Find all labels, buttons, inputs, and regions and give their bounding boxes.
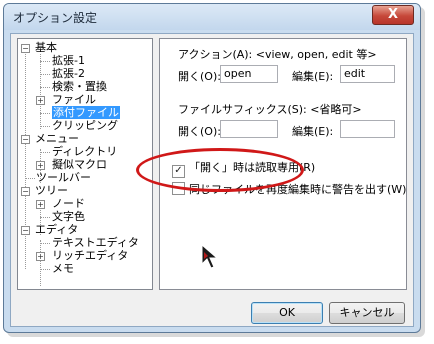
expand-icon[interactable]: + [36,200,45,209]
collapse-icon[interactable]: − [21,44,30,53]
tree-item-pseudo-macro[interactable]: + 擬似マクロ [36,158,107,171]
action-open-input[interactable]: open [220,65,278,83]
tree-item-search-replace[interactable]: 検索・置換 [52,80,107,93]
tree-item-attachment[interactable]: 添付ファイル [52,106,120,119]
tree-item-label: メニュー [35,132,79,145]
cancel-button[interactable]: キャンセル [329,302,405,324]
tree-item-menu[interactable]: − メニュー [20,132,79,145]
tree-line [40,54,41,129]
suffix-edit-label: 編集(E): [292,125,334,138]
tree-line [40,217,50,218]
tree-line [40,243,50,244]
action-open-label: 開く(O): [178,70,221,83]
tree-item-ext2[interactable]: 拡張-2 [52,67,85,80]
tree-item-label: ファイル [52,93,96,106]
tree-item-label: ディレクトリ [52,145,118,158]
tree-item-node[interactable]: + ノード [36,197,85,210]
tree-line [40,61,50,62]
tree-item-tree[interactable]: − ツリー [20,184,68,197]
expand-icon[interactable]: + [36,252,45,261]
tree-item-clipping[interactable]: クリッピング [52,119,118,132]
tree-item-label: ツリー [35,184,68,197]
suffix-group-label: ファイルサフィックス(S): <省略可> [178,103,362,116]
tree-item-label: 文字色 [52,210,85,223]
title-bar[interactable]: オプション設定 X [4,4,420,30]
tree-item-file[interactable]: + ファイル [36,93,96,106]
tree-item-ext1[interactable]: 拡張-1 [52,54,85,67]
tree-item-label: ツールバー [36,171,91,184]
tree-line [40,152,50,153]
tree-line [40,87,50,88]
tree-item-label: 基本 [35,41,57,54]
tree-item-rich-editor[interactable]: + リッチエディタ [36,249,128,262]
close-button[interactable]: X [372,5,414,25]
red-annotation-ellipse [136,148,304,192]
tree-item-label: リッチエディタ [52,249,129,262]
tree-item-label: 添付ファイル [52,106,120,119]
collapse-icon[interactable]: − [21,226,30,235]
tree-line [40,240,41,286]
tree-item-label: クリッピング [52,119,118,132]
suffix-open-label: 開く(O): [178,125,221,138]
tree-item-label: ノード [52,197,85,210]
tree-line [40,269,50,270]
tree-item-label: メモ [52,262,74,275]
tree-item-label: 拡張-1 [52,54,85,67]
ok-button[interactable]: OK [251,302,323,324]
tree-item-memo[interactable]: メモ [52,262,74,275]
action-edit-label: 編集(E): [292,70,334,83]
options-tree[interactable]: − 基本 拡張-1 拡張-2 検索・置換 + ファイル 添付ファイル クリッピン… [17,38,153,290]
expand-icon[interactable]: + [36,161,45,170]
close-icon: X [387,7,399,22]
tree-item-text-color[interactable]: 文字色 [52,210,85,223]
collapse-icon[interactable]: − [21,187,30,196]
collapse-icon[interactable]: − [21,135,30,144]
tree-item-label: テキストエディタ [52,236,139,249]
tree-item-toolbar[interactable]: ツールバー [36,171,91,184]
suffix-edit-input[interactable] [340,120,395,138]
tree-item-label: 拡張-2 [52,67,85,80]
tree-line [40,74,50,75]
tree-item-text-editor[interactable]: テキストエディタ [52,236,139,249]
tree-item-label: 検索・置換 [52,80,107,93]
suffix-open-input[interactable] [220,120,278,138]
tree-line [40,126,50,127]
tree-item-basic[interactable]: − 基本 [20,41,57,54]
mouse-cursor-icon [201,244,219,269]
tree-line [40,113,50,114]
window-title: オプション設定 [13,11,98,25]
action-edit-input[interactable]: edit [340,65,395,83]
expand-icon[interactable]: + [36,96,45,105]
action-group-label: アクション(A): <view, open, edit 等> [178,48,377,61]
tree-line [25,178,35,179]
tree-item-directory[interactable]: ディレクトリ [52,145,117,158]
tree-item-editor[interactable]: − エディタ [20,223,78,236]
tree-item-label: 擬似マクロ [52,158,107,171]
tree-item-label: エディタ [35,223,79,236]
